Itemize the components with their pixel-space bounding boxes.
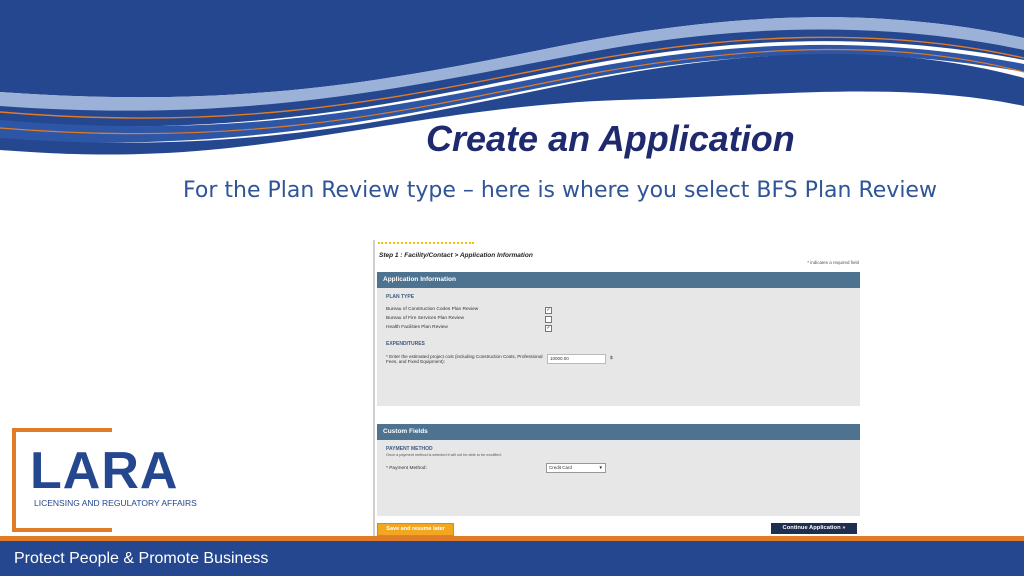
checkbox-bfs-plan-review[interactable] — [545, 316, 552, 323]
payment-method-select[interactable]: Credit Card ▼ — [546, 463, 606, 473]
custom-fields-panel: Custom Fields PAYMENT METHOD Once a paym… — [377, 424, 860, 516]
footer-slogan: Protect People & Promote Business — [14, 550, 269, 567]
payment-method-field-label: * Payment Method: — [386, 466, 427, 471]
panel-header: Custom Fields — [377, 424, 860, 440]
slide-title: Create an Application — [426, 118, 795, 159]
payment-note: Once a payment method is selected it wil… — [386, 453, 502, 457]
lara-logo: LARA LICENSING AND REGULATORY AFFAIRS — [12, 428, 198, 532]
application-information-panel: Application Information PLAN TYPE Bureau… — [377, 272, 860, 406]
expenditures-label: EXPENDITURES — [386, 341, 425, 347]
option-health-facilities-plan-review: Health Facilities Plan Review — [386, 325, 448, 330]
option-bcc-plan-review: Bureau of Construction Codes Plan Review — [386, 307, 479, 312]
logo-wordmark: LARA — [30, 442, 179, 500]
left-border — [373, 240, 375, 540]
required-note: * indicates a required field — [807, 260, 859, 265]
currency-suffix: $ — [610, 356, 613, 361]
application-screenshot: Step 1 : Facility/Contact > Application … — [373, 240, 861, 540]
dotted-divider — [378, 242, 474, 244]
plan-type-label: PLAN TYPE — [386, 294, 415, 300]
project-cost-input[interactable]: 10000.00 — [547, 354, 606, 364]
footer-bar: Protect People & Promote Business — [0, 541, 1024, 576]
checkbox-health-facilities-plan-review[interactable]: ✓ — [545, 325, 552, 332]
option-bfs-plan-review: Bureau of Fire Services Plan Review — [386, 316, 465, 321]
chevron-down-icon: ▼ — [598, 465, 603, 470]
step-breadcrumb: Step 1 : Facility/Contact > Application … — [379, 252, 533, 259]
slide-subtitle: For the Plan Review type – here is where… — [183, 178, 937, 203]
payment-method-value: Credit Card — [549, 465, 573, 470]
continue-application-button[interactable]: Continue Application » — [771, 523, 857, 534]
panel-header: Application Information — [377, 272, 860, 288]
payment-method-label: PAYMENT METHOD — [386, 446, 433, 452]
save-and-resume-button[interactable]: Save and resume later — [377, 523, 454, 536]
logo-tagline: LICENSING AND REGULATORY AFFAIRS — [34, 498, 197, 508]
project-cost-label: * Enter the estimated project cost (incl… — [386, 354, 543, 365]
checkbox-bcc-plan-review[interactable]: ✓ — [545, 307, 552, 314]
